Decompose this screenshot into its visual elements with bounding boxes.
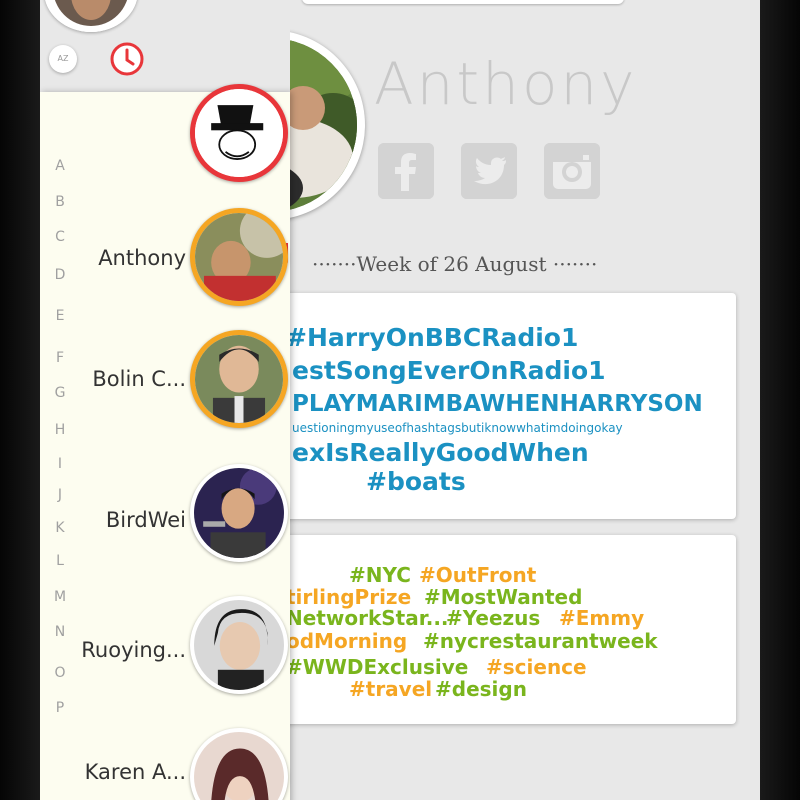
- index-letter[interactable]: I: [54, 456, 66, 472]
- current-user-avatar[interactable]: [44, 0, 138, 32]
- facebook-icon[interactable]: [378, 143, 434, 199]
- instagram-icon[interactable]: [544, 143, 600, 199]
- index-letter[interactable]: N: [54, 624, 66, 640]
- index-letter[interactable]: O: [54, 665, 66, 681]
- recent-clock-icon[interactable]: [110, 42, 144, 76]
- contact-name[interactable]: Anthony: [98, 246, 186, 270]
- index-letter[interactable]: C: [54, 229, 66, 245]
- hashtag[interactable]: #OutFront: [419, 563, 536, 587]
- drawer-header: AZ: [40, 0, 290, 92]
- search-bar[interactable]: [302, 0, 624, 4]
- index-letter[interactable]: B: [54, 194, 66, 210]
- contact-name[interactable]: Karen A...: [85, 760, 186, 784]
- hashtag[interactable]: PLAYMARIMBAWHENHARRYSON: [292, 391, 703, 417]
- week-label: ·······Week of 26 August ·······: [312, 252, 598, 276]
- hashtag[interactable]: uestioningmyuseofhashtagsbutiknowwhatimd…: [292, 421, 623, 435]
- hashtag[interactable]: exIsReallyGoodWhen: [292, 438, 589, 467]
- app-screen: Anthony ·······Week of 26 August ·······…: [40, 0, 760, 800]
- index-letter[interactable]: H: [54, 422, 66, 438]
- hashtag[interactable]: #boats: [366, 467, 466, 496]
- device-bezel-left: [0, 0, 40, 800]
- hashtag[interactable]: estSongEverOnRadio1: [292, 356, 606, 385]
- hashtag[interactable]: #Yeezus: [446, 606, 540, 630]
- contact-avatar-featured[interactable]: [190, 84, 288, 182]
- contact-avatar[interactable]: [190, 728, 288, 800]
- hashtag[interactable]: #travel: [349, 677, 432, 701]
- index-letter[interactable]: A: [54, 158, 66, 174]
- sort-az-button[interactable]: AZ: [49, 45, 77, 73]
- index-letter[interactable]: K: [54, 520, 66, 536]
- hashtag[interactable]: #HarryOnBBCRadio1: [286, 323, 578, 352]
- hashtag[interactable]: #nycrestaurantweek: [423, 629, 658, 653]
- profile-name: Anthony: [374, 50, 638, 118]
- device-bezel-right: [760, 0, 800, 800]
- contact-avatar[interactable]: [190, 330, 288, 428]
- index-letter[interactable]: J: [54, 487, 66, 503]
- hashtag[interactable]: #WWDExclusive: [286, 655, 468, 679]
- index-letter[interactable]: G: [54, 385, 66, 401]
- index-letter[interactable]: F: [54, 350, 66, 366]
- hashtag[interactable]: #science: [486, 655, 587, 679]
- contact-name[interactable]: BirdWei: [106, 508, 186, 532]
- index-letter[interactable]: M: [54, 589, 66, 605]
- contact-avatar[interactable]: [190, 464, 288, 562]
- hashtag[interactable]: NetworkStar...: [286, 606, 449, 630]
- contact-name[interactable]: Bolin C...: [92, 367, 186, 391]
- contact-drawer[interactable]: ABCDEFGHIJKLMNOP p Anthony Bolin C... Bi…: [40, 84, 290, 800]
- hashtag[interactable]: odMorning: [286, 629, 407, 653]
- contact-avatar[interactable]: [190, 208, 288, 306]
- hashtag[interactable]: #NYC: [349, 563, 411, 587]
- hashtag[interactable]: #Emmy: [559, 606, 644, 630]
- trending-card-general[interactable]: #NYC #OutFront tirlingPrize #MostWanted …: [270, 535, 736, 724]
- index-letter[interactable]: L: [54, 553, 66, 569]
- hashtag[interactable]: #design: [435, 677, 527, 701]
- twitter-icon[interactable]: [461, 143, 517, 199]
- index-letter[interactable]: E: [54, 308, 66, 324]
- contact-name[interactable]: Ruoying...: [81, 638, 186, 662]
- contact-avatar[interactable]: [190, 596, 288, 694]
- trending-card-music[interactable]: #HarryOnBBCRadio1 estSongEverOnRadio1 PL…: [270, 293, 736, 519]
- index-letter[interactable]: P: [54, 700, 66, 716]
- index-letter[interactable]: D: [54, 267, 66, 283]
